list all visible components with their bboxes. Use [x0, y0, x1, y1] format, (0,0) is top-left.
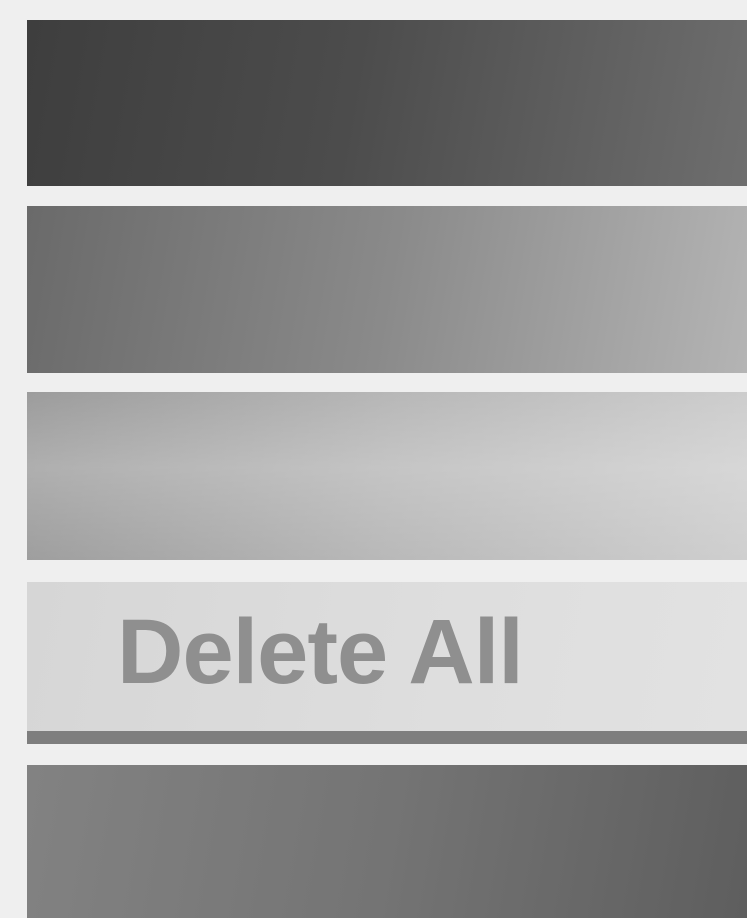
menu-item-delete-all[interactable]: Delete All	[27, 582, 747, 744]
menu-item-label: Delete All	[117, 601, 524, 703]
menu-item-3[interactable]	[27, 392, 747, 560]
menu-item-1[interactable]	[27, 20, 747, 186]
menu-panel: Delete All	[0, 0, 747, 918]
menu-item-2[interactable]	[27, 206, 747, 373]
menu-item-5[interactable]	[27, 765, 747, 918]
